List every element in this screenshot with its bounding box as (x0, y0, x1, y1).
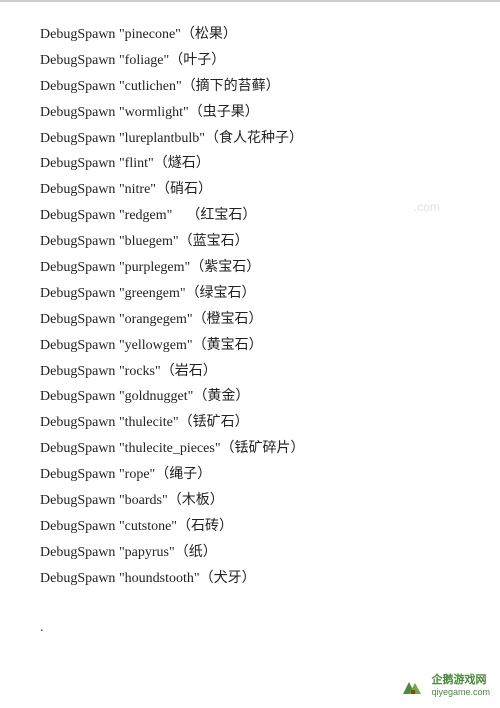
key-text: "goldnugget" (119, 389, 193, 404)
logo-icon (399, 676, 427, 696)
translation-text: （叶子） (169, 53, 225, 68)
command-text: DebugSpawn (40, 286, 119, 301)
command-text: DebugSpawn (40, 338, 119, 353)
translation-text: （岩石） (161, 364, 217, 379)
command-text: DebugSpawn (40, 364, 119, 379)
command-text: DebugSpawn (40, 545, 119, 560)
list-item: DebugSpawn "papyrus"（纸） (40, 540, 460, 566)
key-text: "foliage" (119, 53, 169, 68)
translation-text: （紫宝石） (190, 260, 260, 275)
translation-text: （虫子果） (189, 105, 259, 120)
command-text: DebugSpawn (40, 79, 119, 94)
command-text: DebugSpawn (40, 234, 119, 249)
command-text: DebugSpawn (40, 53, 119, 68)
list-item: DebugSpawn "foliage"（叶子） (40, 48, 460, 74)
key-text: "bluegem" (119, 234, 179, 249)
translation-text: （绿宝石） (186, 286, 256, 301)
command-text: DebugSpawn (40, 260, 119, 275)
translation-text: （黄宝石） (193, 338, 263, 353)
command-text: DebugSpawn (40, 27, 119, 42)
list-item: DebugSpawn "goldnugget"（黄金） (40, 384, 460, 410)
list-item: DebugSpawn "pinecone"（松果） (40, 22, 460, 48)
list-item: DebugSpawn "boards"（木板） (40, 488, 460, 514)
list-item: DebugSpawn "cutstone"（石砖） (40, 514, 460, 540)
command-text: DebugSpawn (40, 389, 119, 404)
command-text: DebugSpawn (40, 105, 119, 120)
translation-text: （黄金） (193, 389, 249, 404)
list-item: DebugSpawn "bluegem"（蓝宝石） (40, 229, 460, 255)
translation-text: （犬牙） (200, 571, 256, 586)
key-text: "nitre" (119, 182, 156, 197)
key-text: "boards" (119, 493, 168, 508)
footer-logo: 企鹅游戏网 qiyegame.com (399, 674, 490, 698)
list-item: DebugSpawn "thulecite"（铥矿石） (40, 410, 460, 436)
command-text: DebugSpawn (40, 156, 119, 171)
key-text: "wormlight" (119, 105, 189, 120)
translation-text: （红宝石） (186, 208, 256, 223)
key-text: "flint" (119, 156, 154, 171)
translation-text: （铥矿石） (179, 415, 249, 430)
key-text: "thulecite_pieces" (119, 441, 221, 456)
translation-text: （松果） (181, 27, 237, 42)
key-text: "houndstooth" (119, 571, 200, 586)
footer-dot: . (0, 612, 500, 644)
key-text: "rocks" (119, 364, 161, 379)
list-item: DebugSpawn "thulecite_pieces"（铥矿碎片） (40, 436, 460, 462)
list-item: DebugSpawn "rocks"（岩石） (40, 359, 460, 385)
translation-text: （燧石） (154, 156, 210, 171)
key-text: "cutlichen" (119, 79, 182, 94)
list-item: DebugSpawn "cutlichen"（摘下的苔藓） (40, 74, 460, 100)
list-item: DebugSpawn "orangegem"（橙宝石） (40, 307, 460, 333)
key-text: "thulecite" (119, 415, 179, 430)
key-text: "rope" (119, 467, 155, 482)
command-text: DebugSpawn (40, 467, 119, 482)
key-text: "yellowgem" (119, 338, 193, 353)
translation-text: （硝石） (156, 182, 212, 197)
list-item: DebugSpawn "purplegem"（紫宝石） (40, 255, 460, 281)
content-area: DebugSpawn "pinecone"（松果）DebugSpawn "fol… (0, 14, 500, 612)
translation-text: （摘下的苔藓） (182, 79, 280, 94)
key-text: "pinecone" (119, 27, 181, 42)
list-item: DebugSpawn "wormlight"（虫子果） (40, 100, 460, 126)
translation-text: （纸） (175, 545, 217, 560)
list-item: DebugSpawn "greengem"（绿宝石） (40, 281, 460, 307)
key-text: "purplegem" (119, 260, 190, 275)
list-item: DebugSpawn "nitre"（硝石） (40, 177, 460, 203)
list-item: DebugSpawn "lureplantbulb"（食人花种子） (40, 126, 460, 152)
translation-text: （蓝宝石） (179, 234, 249, 249)
list-item: DebugSpawn "rope"（绳子） (40, 462, 460, 488)
list-item: DebugSpawn "houndstooth"（犬牙） (40, 566, 460, 592)
translation-text: （橙宝石） (193, 312, 263, 327)
key-text: "lureplantbulb" (119, 131, 205, 146)
footer-logo-text: 企鹅游戏网 qiyegame.com (431, 674, 490, 698)
key-text: "redgem" (119, 208, 172, 223)
list-item: DebugSpawn "yellowgem"（黄宝石） (40, 333, 460, 359)
key-text: "cutstone" (119, 519, 177, 534)
command-text: DebugSpawn (40, 312, 119, 327)
translation-text: （绳子） (155, 467, 211, 482)
command-text: DebugSpawn (40, 208, 119, 223)
command-text: DebugSpawn (40, 415, 119, 430)
command-text: DebugSpawn (40, 519, 119, 534)
translation-text: （食人花种子） (205, 131, 303, 146)
command-text: DebugSpawn (40, 131, 119, 146)
command-text: DebugSpawn (40, 182, 119, 197)
command-text: DebugSpawn (40, 441, 119, 456)
key-text: "orangegem" (119, 312, 193, 327)
translation-text: （铥矿碎片） (221, 441, 305, 456)
top-divider (0, 0, 500, 2)
key-text: "papyrus" (119, 545, 175, 560)
key-text: "greengem" (119, 286, 186, 301)
list-item: DebugSpawn "flint"（燧石） (40, 151, 460, 177)
translation-text: （木板） (168, 493, 224, 508)
command-text: DebugSpawn (40, 493, 119, 508)
translation-text: （石砖） (177, 519, 233, 534)
command-text: DebugSpawn (40, 571, 119, 586)
list-item: DebugSpawn "redgem" （红宝石） (40, 203, 460, 229)
